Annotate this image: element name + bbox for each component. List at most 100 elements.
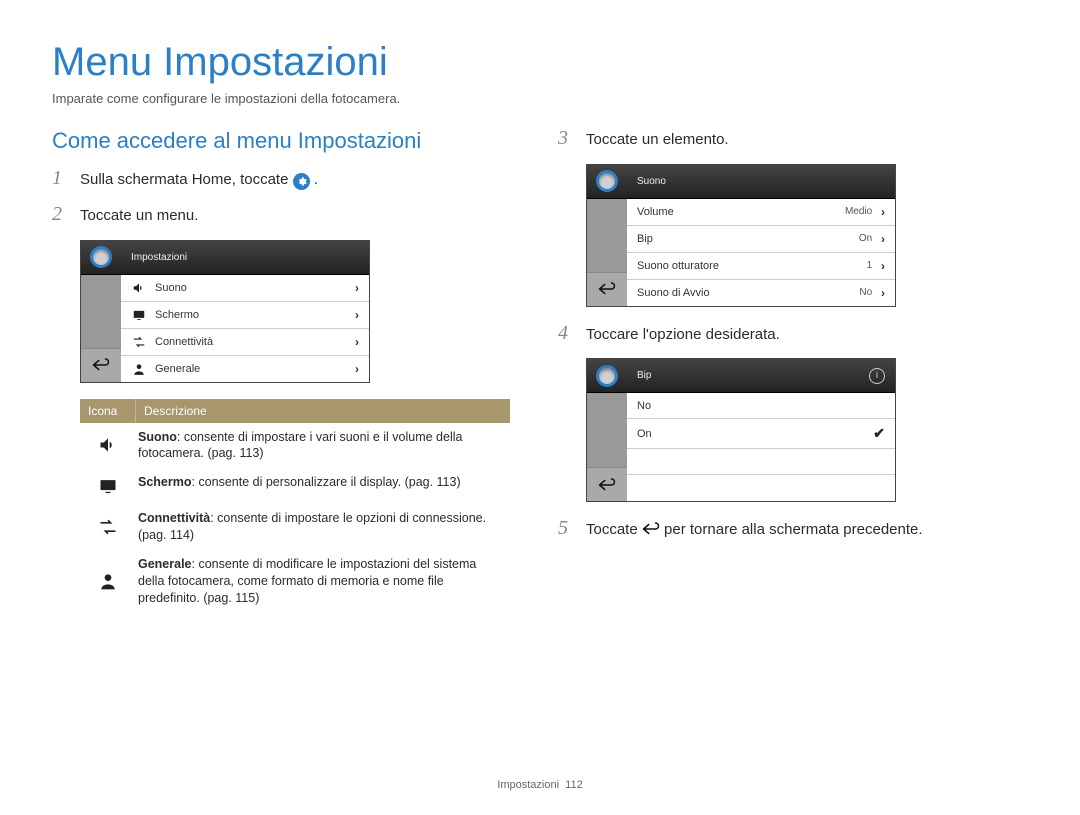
empty-row (627, 449, 895, 475)
step-text: Toccare l'opzione desiderata. (586, 323, 780, 345)
row-label: Suono otturatore (637, 260, 719, 272)
chevron-right-icon: › (881, 259, 885, 273)
footer-page-number: 112 (565, 779, 583, 791)
row-value: On › (859, 232, 885, 246)
chevron-right-icon: › (881, 286, 885, 300)
step-5: 5 Toccate per tornare alla schermata pre… (558, 518, 1028, 540)
header-icon: Icona (80, 399, 136, 423)
table-header: Icona Descrizione (80, 399, 510, 423)
cell-text: Connettività: consente di impostare le o… (136, 504, 510, 550)
lcd-body: Impostazioni Suono › Schermo › Connettiv… (121, 241, 369, 382)
row-value: 1 › (867, 259, 885, 273)
row-value: No › (859, 286, 885, 300)
row-label: Generale (155, 363, 200, 375)
row-label: Bip (637, 233, 653, 245)
menu-row-suono-otturatore[interactable]: Suono otturatore 1 › (627, 253, 895, 280)
lcd-sidebar (587, 165, 627, 306)
step-number: 4 (558, 323, 576, 345)
menu-row-volume[interactable]: Volume Medio › (627, 199, 895, 226)
row-label: On (637, 428, 652, 440)
table-row: Suono: consente di impostare i vari suon… (80, 423, 510, 469)
display-icon (131, 308, 147, 322)
row-label: Connettività (155, 336, 213, 348)
option-row-no[interactable]: No (627, 393, 895, 419)
row-value: Medio › (845, 205, 885, 219)
table-row: Schermo: consente di personalizzare il d… (80, 468, 510, 504)
menu-row-connettivita[interactable]: Connettività › (121, 329, 369, 356)
step-text: Toccate un menu. (80, 204, 198, 226)
option-row-on[interactable]: On ✔ (627, 419, 895, 449)
step-2: 2 Toccate un menu. (52, 204, 522, 226)
lcd-suono-menu: Suono Volume Medio › Bip On › Suono ottu… (586, 164, 896, 307)
lcd-sidebar (587, 359, 627, 501)
row-label: Suono (155, 282, 187, 294)
cell-text: Schermo: consente di personalizzare il d… (136, 468, 510, 504)
speaker-icon (131, 281, 147, 295)
chevron-right-icon: › (355, 308, 359, 322)
content-columns: Come accedere al menu Impostazioni 1 Sul… (52, 128, 1028, 613)
lcd-title: Suono (627, 165, 895, 199)
lcd-title: Impostazioni (121, 241, 369, 275)
back-icon (642, 522, 660, 536)
cell-text: Generale: consente di modificare le impo… (136, 550, 510, 613)
chevron-right-icon: › (355, 335, 359, 349)
header-desc: Descrizione (136, 399, 510, 423)
chevron-right-icon: › (355, 281, 359, 295)
speaker-icon (80, 423, 136, 469)
menu-row-bip[interactable]: Bip On › (627, 226, 895, 253)
lcd-settings-menu: Impostazioni Suono › Schermo › Connettiv… (80, 240, 370, 383)
back-button[interactable] (587, 467, 627, 501)
step-1-post: . (314, 171, 318, 188)
lcd-body: Suono Volume Medio › Bip On › Suono ottu… (627, 165, 895, 306)
table-row: Generale: consente di modificare le impo… (80, 550, 510, 613)
step-1-pre: Sulla schermata Home, toccate (80, 171, 293, 188)
back-button[interactable] (587, 272, 627, 306)
row-label: Suono di Avvio (637, 287, 710, 299)
chevron-right-icon: › (881, 232, 885, 246)
row-label: No (637, 400, 651, 412)
step-5-pre: Toccate (586, 521, 642, 538)
gear-icon (293, 173, 310, 190)
step-text: Toccate un elemento. (586, 128, 729, 150)
step-number: 5 (558, 518, 576, 540)
left-column: Come accedere al menu Impostazioni 1 Sul… (52, 128, 522, 613)
menu-row-suono[interactable]: Suono › (121, 275, 369, 302)
section-heading: Come accedere al menu Impostazioni (52, 128, 522, 154)
gear-icon[interactable] (81, 241, 121, 275)
gear-icon[interactable] (587, 359, 627, 393)
row-label: Schermo (155, 309, 199, 321)
connectivity-icon (80, 504, 136, 550)
info-icon[interactable]: i (869, 368, 885, 384)
menu-row-suono-avvio[interactable]: Suono di Avvio No › (627, 280, 895, 306)
chevron-right-icon: › (881, 205, 885, 219)
step-number: 1 (52, 168, 70, 190)
back-button[interactable] (81, 348, 121, 382)
step-4: 4 Toccare l'opzione desiderata. (558, 323, 1028, 345)
footer-label: Impostazioni (497, 779, 559, 791)
menu-row-schermo[interactable]: Schermo › (121, 302, 369, 329)
step-5-post: per tornare alla schermata precedente. (664, 521, 922, 538)
connectivity-icon (131, 335, 147, 349)
empty-row (627, 475, 895, 501)
lcd-bip-options: Bip i No On ✔ (586, 358, 896, 502)
lcd-title: Bip i (627, 359, 895, 393)
gear-icon[interactable] (587, 165, 627, 199)
step-text: Sulla schermata Home, toccate . (80, 168, 318, 190)
table-row: Connettività: consente di impostare le o… (80, 504, 510, 550)
step-3: 3 Toccate un elemento. (558, 128, 1028, 150)
icon-description-table: Icona Descrizione Suono: consente di imp… (80, 399, 510, 613)
lcd-sidebar (81, 241, 121, 382)
right-column: 3 Toccate un elemento. Suono Volume Medi… (558, 128, 1028, 613)
step-text: Toccate per tornare alla schermata prece… (586, 518, 923, 540)
step-number: 3 (558, 128, 576, 150)
chevron-right-icon: › (355, 362, 359, 376)
step-number: 2 (52, 204, 70, 226)
display-icon (80, 468, 136, 504)
person-icon (80, 550, 136, 613)
menu-row-generale[interactable]: Generale › (121, 356, 369, 382)
page-subtitle: Imparate come configurare le impostazion… (52, 91, 1028, 106)
check-icon: ✔ (873, 425, 885, 442)
page-footer: Impostazioni 112 (0, 779, 1080, 791)
page-title: Menu Impostazioni (52, 40, 1028, 85)
person-icon (131, 362, 147, 376)
